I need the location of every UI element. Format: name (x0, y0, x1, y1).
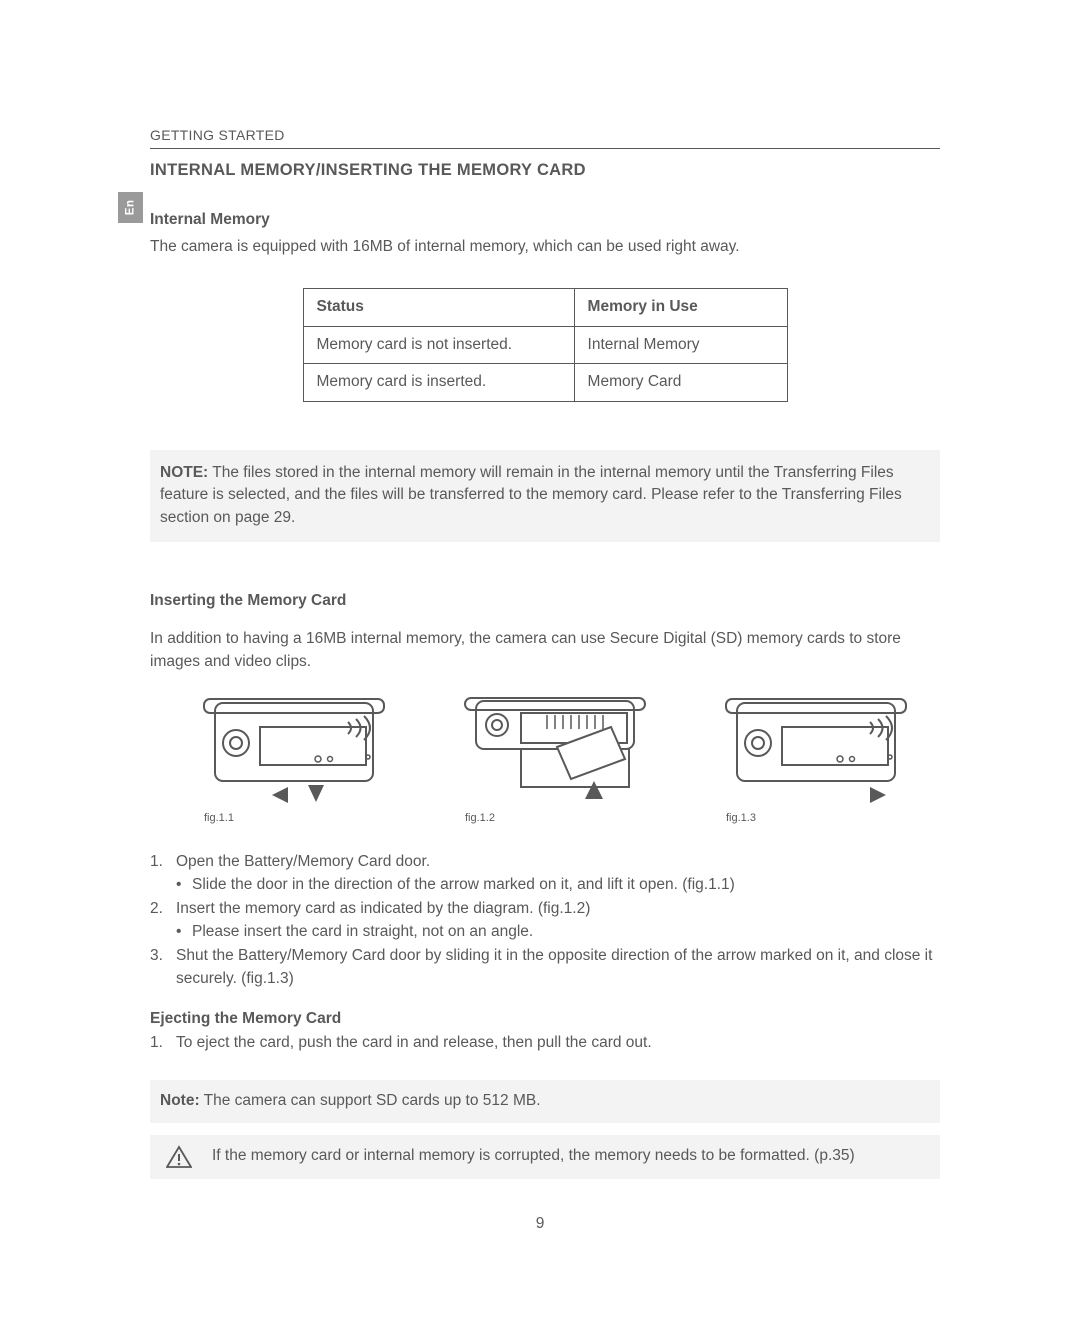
inserting-heading: Inserting the Memory Card (150, 590, 940, 612)
page-number: 9 (0, 1213, 1080, 1235)
memory-table: Status Memory in Use Memory card is not … (303, 288, 788, 401)
table-row: Memory card is inserted. Memory Card (303, 364, 787, 401)
list-item: Insert the memory card as indicated by t… (150, 898, 940, 943)
table-cell: Internal Memory (574, 326, 787, 363)
table-cell: Memory card is not inserted. (303, 326, 574, 363)
camera-diagram-icon (461, 697, 649, 805)
step-text: Insert the memory card as indicated by t… (176, 900, 590, 917)
note-box: NOTE: The files stored in the internal m… (150, 450, 940, 542)
step-sub: Slide the door in the direction of the a… (176, 874, 940, 896)
step-sub: Please insert the card in straight, not … (176, 921, 940, 943)
table-header-status: Status (303, 289, 574, 326)
table-row: Memory card is not inserted. Internal Me… (303, 326, 787, 363)
warning-box: If the memory card or internal memory is… (150, 1135, 940, 1179)
step-text: Open the Battery/Memory Card door. (176, 853, 430, 870)
note-text: The files stored in the internal memory … (160, 464, 902, 526)
table-header-memory: Memory in Use (574, 289, 787, 326)
figure-row: fig.1.1 (150, 697, 940, 827)
page-content: GETTING STARTED INTERNAL MEMORY/INSERTIN… (0, 0, 1080, 1279)
figure: fig.1.2 (461, 697, 649, 827)
ejecting-heading: Ejecting the Memory Card (150, 1008, 940, 1030)
internal-memory-heading: Internal Memory (150, 209, 940, 231)
list-item: Shut the Battery/Memory Card door by sli… (150, 945, 940, 990)
section-header: GETTING STARTED (150, 125, 940, 149)
table-cell: Memory card is inserted. (303, 364, 574, 401)
ejecting-step: To eject the card, push the card in and … (150, 1032, 940, 1054)
figure-caption: fig.1.2 (461, 811, 495, 827)
figure: fig.1.1 (200, 697, 388, 827)
page-title: INTERNAL MEMORY/INSERTING THE MEMORY CAR… (150, 159, 940, 183)
note-box-2: Note: The camera can support SD cards up… (150, 1080, 940, 1122)
note-label: NOTE: (160, 464, 208, 481)
inserting-intro: In addition to having a 16MB internal me… (150, 628, 940, 673)
figure-caption: fig.1.1 (200, 811, 234, 827)
internal-memory-body: The camera is equipped with 16MB of inte… (150, 236, 940, 258)
figure-caption: fig.1.3 (722, 811, 756, 827)
camera-diagram-icon (200, 697, 388, 805)
warning-text: If the memory card or internal memory is… (212, 1145, 855, 1167)
figure: fig.1.3 (722, 697, 910, 827)
warning-icon (166, 1145, 192, 1169)
note2-label: Note: (160, 1092, 200, 1109)
table-cell: Memory Card (574, 364, 787, 401)
list-item: Open the Battery/Memory Card door. Slide… (150, 851, 940, 896)
camera-diagram-icon (722, 697, 910, 805)
note2-text: The camera can support SD cards up to 51… (200, 1092, 541, 1109)
step-text: Shut the Battery/Memory Card door by sli… (176, 947, 932, 986)
inserting-steps: Open the Battery/Memory Card door. Slide… (150, 851, 940, 990)
